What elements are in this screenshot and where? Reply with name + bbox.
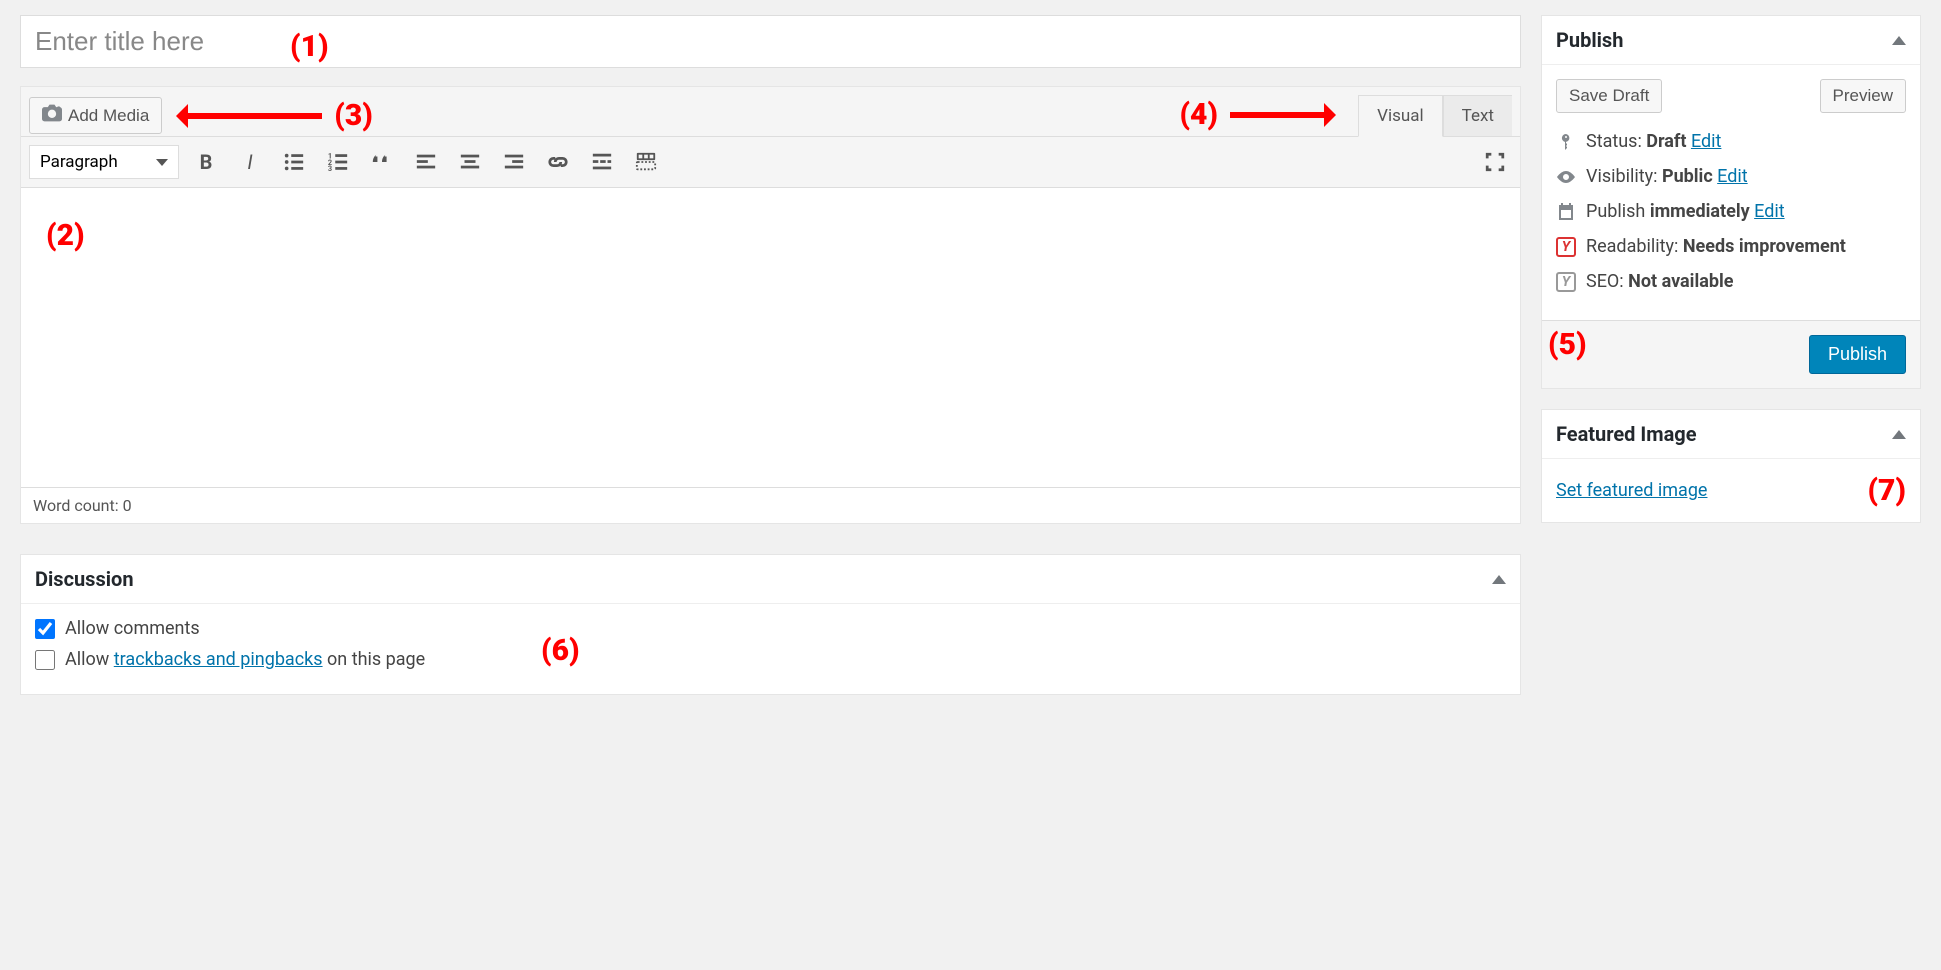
add-media-button[interactable]: Add Media — [29, 97, 162, 134]
annotation-3: (3) — [182, 98, 373, 133]
allow-comments-checkbox[interactable] — [35, 619, 55, 639]
word-count: Word count: 0 — [21, 487, 1520, 523]
trackbacks-link[interactable]: trackbacks and pingbacks — [114, 649, 323, 670]
discussion-toggle[interactable]: Discussion — [21, 555, 1520, 604]
allow-comments-row[interactable]: Allow comments — [35, 618, 1506, 639]
chevron-down-icon — [156, 159, 168, 166]
discussion-metabox: Discussion Allow comments Allow trackbac… — [20, 554, 1521, 695]
link-button[interactable] — [541, 145, 575, 179]
blockquote-button[interactable] — [365, 145, 399, 179]
seo-row: Y SEO: Not available — [1556, 271, 1906, 292]
numbered-list-button[interactable]: 123 — [321, 145, 355, 179]
preview-button[interactable]: Preview — [1820, 79, 1906, 113]
featured-image-metabox: Featured Image Set featured image (7) — [1541, 409, 1921, 523]
featured-image-title: Featured Image — [1556, 422, 1697, 446]
publish-button[interactable]: Publish — [1809, 335, 1906, 374]
svg-text:3: 3 — [328, 164, 332, 173]
tab-text[interactable]: Text — [1443, 95, 1512, 137]
fullscreen-button[interactable] — [1478, 145, 1512, 179]
edit-schedule-link[interactable]: Edit — [1754, 201, 1784, 222]
status-row: Status: Draft Edit — [1556, 131, 1906, 152]
add-media-label: Add Media — [68, 106, 149, 126]
save-draft-button[interactable]: Save Draft — [1556, 79, 1662, 113]
align-right-button[interactable] — [497, 145, 531, 179]
bold-button[interactable]: B — [189, 145, 223, 179]
toolbar-toggle-button[interactable] — [629, 145, 663, 179]
key-icon — [1556, 132, 1576, 152]
discussion-title: Discussion — [35, 567, 134, 591]
collapse-icon — [1892, 430, 1906, 439]
yoast-readability-icon: Y — [1556, 237, 1576, 257]
annotation-7: (7) — [1867, 473, 1906, 508]
post-title-input[interactable] — [20, 15, 1521, 68]
publish-toggle[interactable]: Publish — [1542, 16, 1920, 65]
tab-visual[interactable]: Visual — [1358, 95, 1442, 137]
editor-container: Add Media (3) (4) Visual Text Paragraph — [20, 86, 1521, 524]
align-left-button[interactable] — [409, 145, 443, 179]
align-center-button[interactable] — [453, 145, 487, 179]
schedule-row: Publish immediately Edit — [1556, 201, 1906, 222]
annotation-2: (2) — [46, 218, 85, 253]
editor-toolbar: Paragraph B I 123 — [21, 136, 1520, 187]
editor-content[interactable]: (2) — [21, 187, 1520, 487]
allow-comments-label: Allow comments — [65, 618, 200, 639]
italic-button[interactable]: I — [233, 145, 267, 179]
collapse-icon — [1892, 36, 1906, 45]
annotation-5: (5) — [1548, 327, 1587, 362]
collapse-icon — [1492, 575, 1506, 584]
allow-trackbacks-label: Allow trackbacks and pingbacks on this p… — [65, 649, 425, 670]
edit-status-link[interactable]: Edit — [1691, 131, 1721, 152]
format-select[interactable]: Paragraph — [29, 145, 179, 179]
set-featured-image-link[interactable]: Set featured image — [1556, 480, 1707, 501]
readability-row: Y Readability: Needs improvement — [1556, 236, 1906, 257]
annotation-4: (4) — [1179, 97, 1330, 132]
calendar-icon — [1556, 202, 1576, 222]
publish-metabox: Publish Save Draft Preview Status: Draft… — [1541, 15, 1921, 389]
bullet-list-button[interactable] — [277, 145, 311, 179]
allow-trackbacks-row[interactable]: Allow trackbacks and pingbacks on this p… — [35, 649, 1506, 670]
visibility-row: Visibility: Public Edit — [1556, 166, 1906, 187]
read-more-button[interactable] — [585, 145, 619, 179]
edit-visibility-link[interactable]: Edit — [1717, 166, 1747, 187]
eye-icon — [1556, 167, 1576, 187]
format-select-label: Paragraph — [40, 152, 118, 172]
yoast-seo-icon: Y — [1556, 272, 1576, 292]
camera-icon — [42, 104, 62, 127]
featured-image-toggle[interactable]: Featured Image — [1542, 410, 1920, 459]
allow-trackbacks-checkbox[interactable] — [35, 650, 55, 670]
publish-title: Publish — [1556, 28, 1623, 52]
